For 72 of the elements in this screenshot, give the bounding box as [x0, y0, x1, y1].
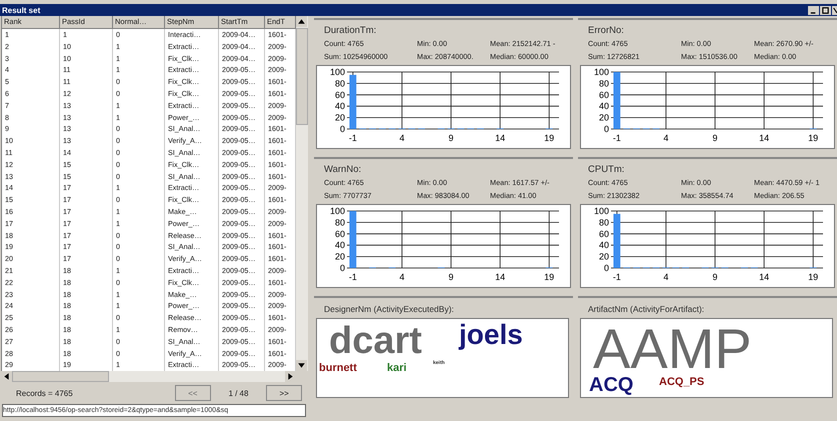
chart-title: ErrorNo:: [587, 25, 625, 37]
axis-label: 0: [340, 124, 345, 134]
cloud-word[interactable]: joels: [459, 321, 523, 349]
axis-label: 40: [334, 240, 345, 250]
axis-label: 9: [712, 272, 718, 282]
axis-label: -1: [348, 133, 357, 143]
axis-label: 40: [598, 240, 609, 250]
chart-title: CPUTm:: [587, 164, 626, 176]
axis-label: 80: [334, 217, 345, 228]
axis-label: 100: [594, 206, 609, 216]
axis-label: -1: [348, 272, 357, 282]
axis-label: 0: [604, 263, 609, 273]
scroll-up-icon[interactable]: [296, 16, 307, 27]
cloud-title: DesignerNm (ActivityExecutedBy):: [323, 304, 455, 316]
axis-label: 80: [334, 78, 345, 88]
page-indicator: 1 / 48: [227, 388, 250, 398]
axis-label: 20: [334, 112, 345, 123]
axis-label: 100: [594, 67, 609, 77]
axis-label: 4: [399, 272, 404, 282]
scrollbar-thumb[interactable]: [12, 371, 109, 382]
axis-label: 40: [598, 101, 609, 112]
axis-label: 80: [598, 78, 609, 88]
axis-label: 80: [598, 217, 609, 228]
axis-label: -1: [612, 272, 621, 282]
axis-label: 20: [334, 252, 345, 262]
histogram-bar: [349, 211, 356, 268]
axis-label: 19: [808, 133, 818, 143]
axis-label: 40: [334, 101, 345, 112]
records-count: Records = 4765: [16, 388, 74, 398]
chart-title: WarnNo:: [323, 164, 362, 176]
axis-label: -1: [612, 133, 621, 143]
histogram-bar: [613, 72, 620, 129]
axis-label: 4: [399, 133, 404, 143]
cloud-word[interactable]: burnett: [319, 363, 357, 374]
scrollbar-thumb[interactable]: [296, 28, 308, 125]
scroll-down-icon[interactable]: [296, 360, 307, 372]
cloud-word[interactable]: AAMP: [593, 321, 752, 377]
axis-label: 60: [334, 90, 345, 100]
histogram-bar: [349, 74, 356, 129]
scroll-right-icon[interactable]: [285, 371, 296, 382]
next-page-button[interactable]: >>: [266, 385, 302, 402]
axis-label: 19: [544, 133, 554, 143]
axis-label: 4: [663, 133, 668, 143]
cloud-word[interactable]: ACQ: [589, 375, 634, 395]
axis-label: 9: [448, 133, 454, 143]
axis-label: 9: [712, 133, 718, 143]
axis-label: 100: [330, 206, 345, 216]
cloud-word[interactable]: ACQ_PS: [659, 377, 704, 388]
cloud-word[interactable]: kari: [387, 363, 407, 374]
window-title: Result set: [1, 6, 40, 14]
cloud-title: ArtifactNm (ActivityForArtifact):: [587, 304, 706, 316]
axis-label: 100: [330, 67, 345, 77]
axis-label: 4: [663, 272, 668, 282]
axis-label: 60: [334, 228, 345, 239]
axis-label: 14: [495, 133, 506, 143]
vertical-scrollbar[interactable]: [296, 16, 308, 372]
axis-label: 0: [604, 124, 609, 134]
axis-label: 14: [759, 272, 770, 282]
close-button[interactable]: [832, 6, 837, 14]
axis-label: 14: [495, 272, 506, 282]
axis-label: 60: [598, 90, 609, 100]
axis-label: 19: [808, 272, 818, 282]
axis-label: 14: [759, 133, 770, 143]
cloud-word[interactable]: dcart: [329, 322, 422, 360]
axis-label: 19: [544, 272, 554, 282]
axis-label: 60: [598, 228, 609, 239]
axis-label: 20: [598, 112, 609, 123]
axis-label: 9: [448, 272, 454, 282]
axis-label: 0: [340, 263, 345, 273]
chart-title: DurationTm:: [323, 25, 378, 37]
axis-label: 20: [598, 252, 609, 262]
histogram-bar: [613, 214, 620, 268]
